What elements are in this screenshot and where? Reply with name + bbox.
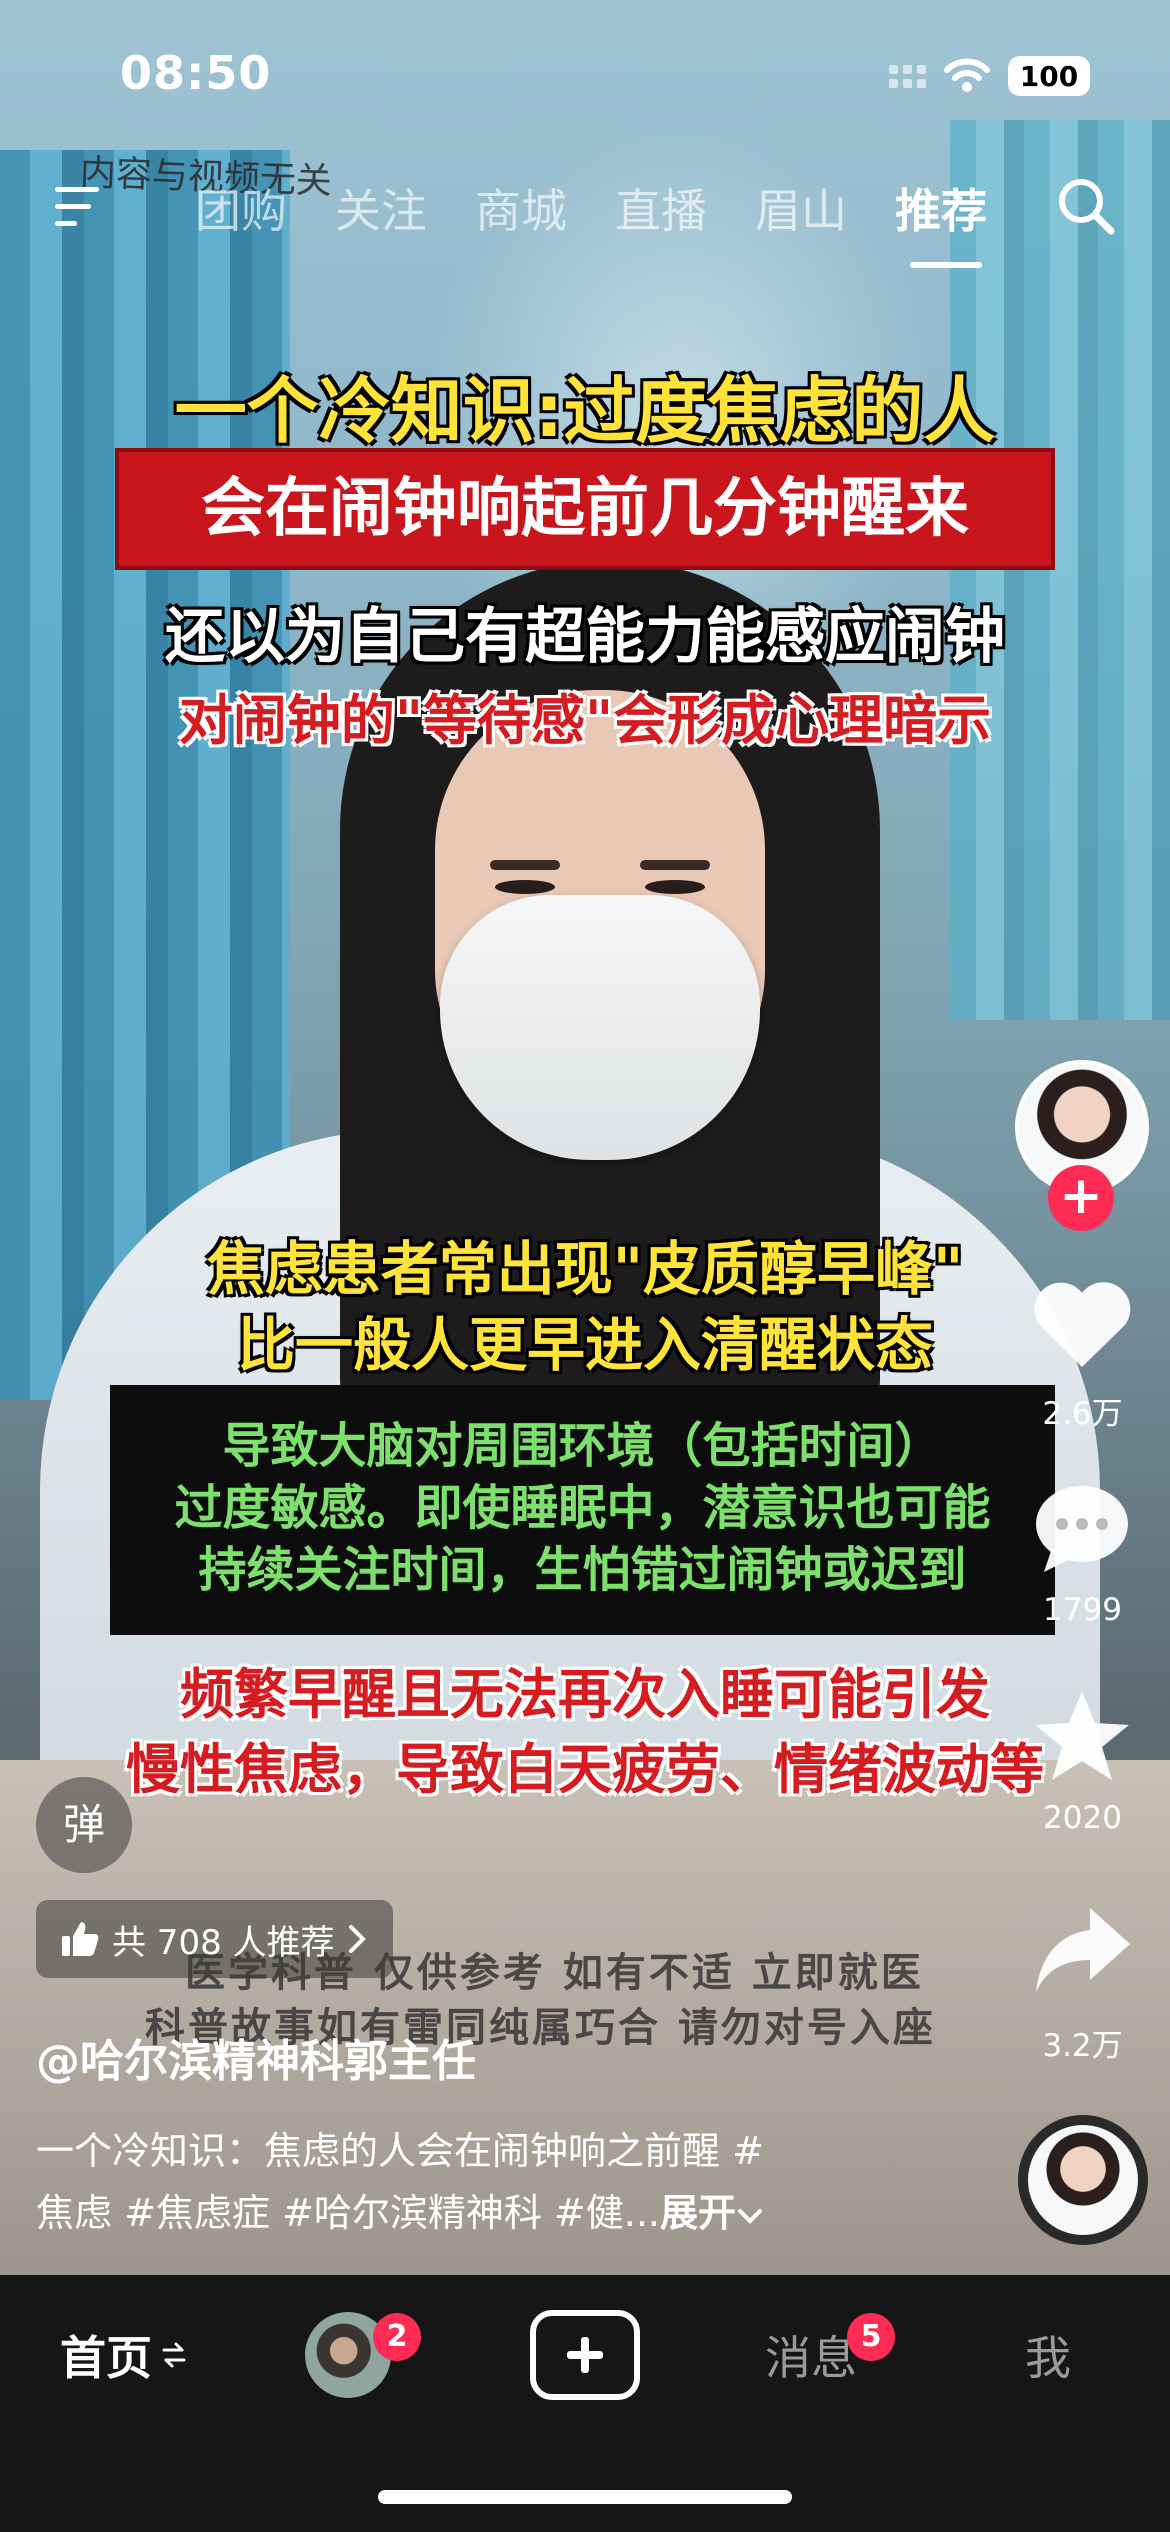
caption-box-line-3: 持续关注时间，生怕错过闹钟或迟到 <box>198 1542 967 1598</box>
author-name[interactable]: @哈尔滨精神科郭主任 <box>36 2025 476 2089</box>
battery-indicator: 100 <box>1008 56 1090 96</box>
status-time: 08:50 <box>120 46 272 100</box>
follow-button[interactable]: + <box>1048 1165 1114 1231</box>
share-count: 3.2万 <box>1042 2028 1123 2064</box>
caption-line-5: 焦虑患者常出现"皮质醇早峰" <box>206 1235 964 1303</box>
description-line-2: 焦虑 #焦虑症 #哈尔滨精神科 #健...展开 <box>36 2182 916 2244</box>
thumbs-up-icon <box>62 1922 99 1956</box>
refresh-swap-icon <box>162 2342 186 2368</box>
caption-line-7: 频繁早醒且无法再次入睡可能引发 <box>180 1663 990 1726</box>
wifi-icon <box>944 58 990 92</box>
favorite-star-icon[interactable] <box>1030 1685 1135 1785</box>
tab-mall[interactable]: 商城 <box>475 175 567 241</box>
search-icon[interactable] <box>1055 175 1117 237</box>
music-disc[interactable] <box>1018 2115 1148 2245</box>
video-eye-left <box>495 880 555 894</box>
create-button[interactable] <box>530 2310 640 2400</box>
tab-me[interactable]: 我 <box>1025 2275 1071 2435</box>
friends-badge: 2 <box>373 2313 421 2361</box>
caption-box-line-1: 导致大脑对周围环境（包括时间） <box>222 1418 943 1474</box>
video-brow-left <box>490 860 560 870</box>
tab-following[interactable]: 关注 <box>335 175 427 241</box>
menu-icon[interactable] <box>55 185 105 229</box>
like-count: 2.6万 <box>1042 1396 1123 1432</box>
home-indicator <box>378 2490 792 2504</box>
recommend-text: 共 708 人推荐 <box>112 1922 335 1963</box>
caption-line-1: 一个冷知识:过度焦虑的人 <box>174 369 996 453</box>
tab-friends[interactable]: 2 <box>305 2275 421 2435</box>
expand-button[interactable]: 展开 <box>660 2191 736 2235</box>
chevron-down-icon <box>738 2209 763 2224</box>
video-eye-right <box>645 880 705 894</box>
tab-messages-label: 消息 <box>765 2331 857 2385</box>
caption-box: 导致大脑对周围环境（包括时间） 过度敏感。即使睡眠中，潜意识也可能 持续关注时间… <box>110 1385 1055 1635</box>
description-line-2-text: 焦虑 #焦虑症 #哈尔滨精神科 #健... <box>36 2191 660 2235</box>
recommend-pill[interactable]: 共 708 人推荐 <box>36 1900 393 1978</box>
tab-recommend[interactable]: 推荐 <box>895 175 987 241</box>
messages-badge: 5 <box>847 2313 895 2361</box>
video-description[interactable]: 一个冷知识：焦虑的人会在闹钟响之前醒 # 焦虑 #焦虑症 #哈尔滨精神科 #健.… <box>36 2120 916 2244</box>
share-arrow-icon[interactable] <box>1030 1900 1135 2000</box>
danmu-toggle-button[interactable]: 弹 <box>36 1777 132 1873</box>
caption-line-2: 会在闹钟响起前几分钟醒来 <box>115 448 1055 570</box>
chevron-right-icon <box>348 1925 366 1953</box>
favorite-count: 2020 <box>1043 1800 1122 1836</box>
tab-messages[interactable]: 消息 5 <box>765 2275 895 2435</box>
caption-line-4: 对闹钟的"等待感"会形成心理暗示 <box>178 689 992 752</box>
active-tab-underline <box>910 262 982 268</box>
caption-line-8: 慢性焦虑，导致白天疲劳、情绪波动等 <box>126 1738 1044 1801</box>
tab-live[interactable]: 直播 <box>615 175 707 241</box>
video-brow-right <box>640 860 710 870</box>
cellular-signal-icon <box>889 64 926 88</box>
tab-home[interactable]: 首页 <box>60 2275 188 2435</box>
comment-count: 1799 <box>1043 1592 1122 1628</box>
caption-line-3: 还以为自己有超能力能感应闹钟 <box>165 602 1005 672</box>
description-line-1: 一个冷知识：焦虑的人会在闹钟响之前醒 # <box>36 2129 764 2173</box>
tab-group-buy[interactable]: 团购 <box>195 175 287 241</box>
plus-icon <box>567 2337 603 2373</box>
comment-icon[interactable] <box>1030 1478 1135 1578</box>
top-nav: 团购 关注 商城 直播 眉山 推荐 <box>0 165 1170 268</box>
tab-home-label: 首页 <box>60 2331 152 2385</box>
tab-local[interactable]: 眉山 <box>755 175 847 241</box>
like-heart-icon[interactable] <box>1030 1275 1135 1375</box>
caption-box-line-2: 过度敏感。即使睡眠中，潜意识也可能 <box>174 1480 991 1536</box>
video-curtain-right <box>950 120 1170 1020</box>
caption-line-6: 比一般人更早进入清醒状态 <box>236 1311 933 1379</box>
status-icons: 100 <box>889 56 1090 96</box>
tab-me-label: 我 <box>1025 2331 1071 2385</box>
